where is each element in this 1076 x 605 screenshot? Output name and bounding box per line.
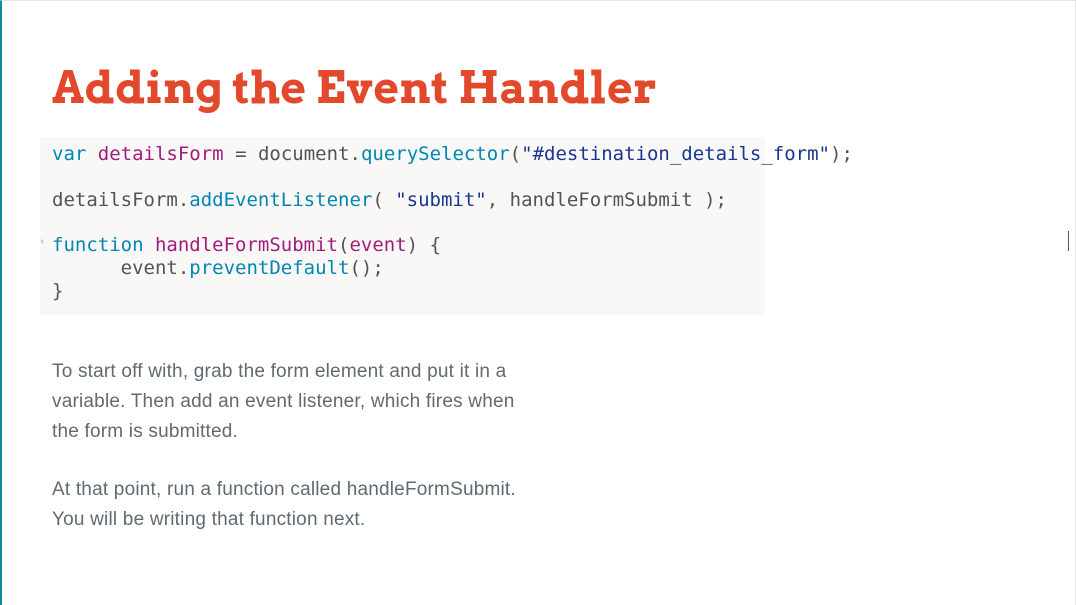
token-space <box>224 143 235 165</box>
token-space <box>86 143 97 165</box>
token-dot: . <box>178 189 189 211</box>
token-equals: = <box>235 143 246 165</box>
token-string: "#destination_details_form" <box>521 143 830 165</box>
token-space <box>418 234 429 256</box>
gutter-tick: ' <box>38 238 46 254</box>
token-method: querySelector <box>361 143 510 165</box>
code-block: var detailsForm = document.querySelector… <box>40 137 765 315</box>
paragraph-1: To start off with, grab the form element… <box>52 357 532 447</box>
token-semi: ; <box>841 143 852 165</box>
token-brace-close: } <box>52 280 63 302</box>
token-paren-open: ( <box>372 189 395 211</box>
token-indent <box>52 257 121 279</box>
code-lines: var detailsForm = document.querySelector… <box>40 143 765 303</box>
token-fn-ref: handleFormSubmit <box>510 189 693 211</box>
token-paren-open: ( <box>338 234 349 256</box>
slide-page: Adding the Event Handler var detailsForm… <box>0 0 1076 605</box>
slide-content: Adding the Event Handler var detailsForm… <box>2 1 1075 535</box>
token-object: event <box>121 257 178 279</box>
explanation-text: To start off with, grab the form element… <box>52 357 532 535</box>
token-method: preventDefault <box>189 257 349 279</box>
text-cursor-icon <box>1068 231 1069 251</box>
paragraph-2: At that point, run a function called han… <box>52 475 532 535</box>
token-space <box>247 143 258 165</box>
token-fn-name: handleFormSubmit <box>155 234 338 256</box>
token-dot: . <box>350 143 361 165</box>
token-identifier: detailsForm <box>52 189 178 211</box>
token-keyword: var <box>52 143 86 165</box>
token-arg: event <box>349 234 406 256</box>
token-semi: ; <box>716 189 727 211</box>
token-parens: () <box>349 257 372 279</box>
token-string: "submit" <box>395 189 487 211</box>
token-document: document <box>258 143 350 165</box>
token-semi: ; <box>372 257 383 279</box>
token-space <box>144 234 155 256</box>
token-dot: . <box>178 257 189 279</box>
token-paren-close: ) <box>830 143 841 165</box>
token-comma: , <box>487 189 510 211</box>
slide-title: Adding the Event Handler <box>52 61 1025 115</box>
token-paren-open: ( <box>510 143 521 165</box>
token-paren-close: ) <box>693 189 716 211</box>
token-method: addEventListener <box>189 189 372 211</box>
token-keyword: function <box>52 234 144 256</box>
token-brace-open: { <box>430 234 441 256</box>
token-paren-close: ) <box>407 234 418 256</box>
token-identifier: detailsForm <box>98 143 224 165</box>
